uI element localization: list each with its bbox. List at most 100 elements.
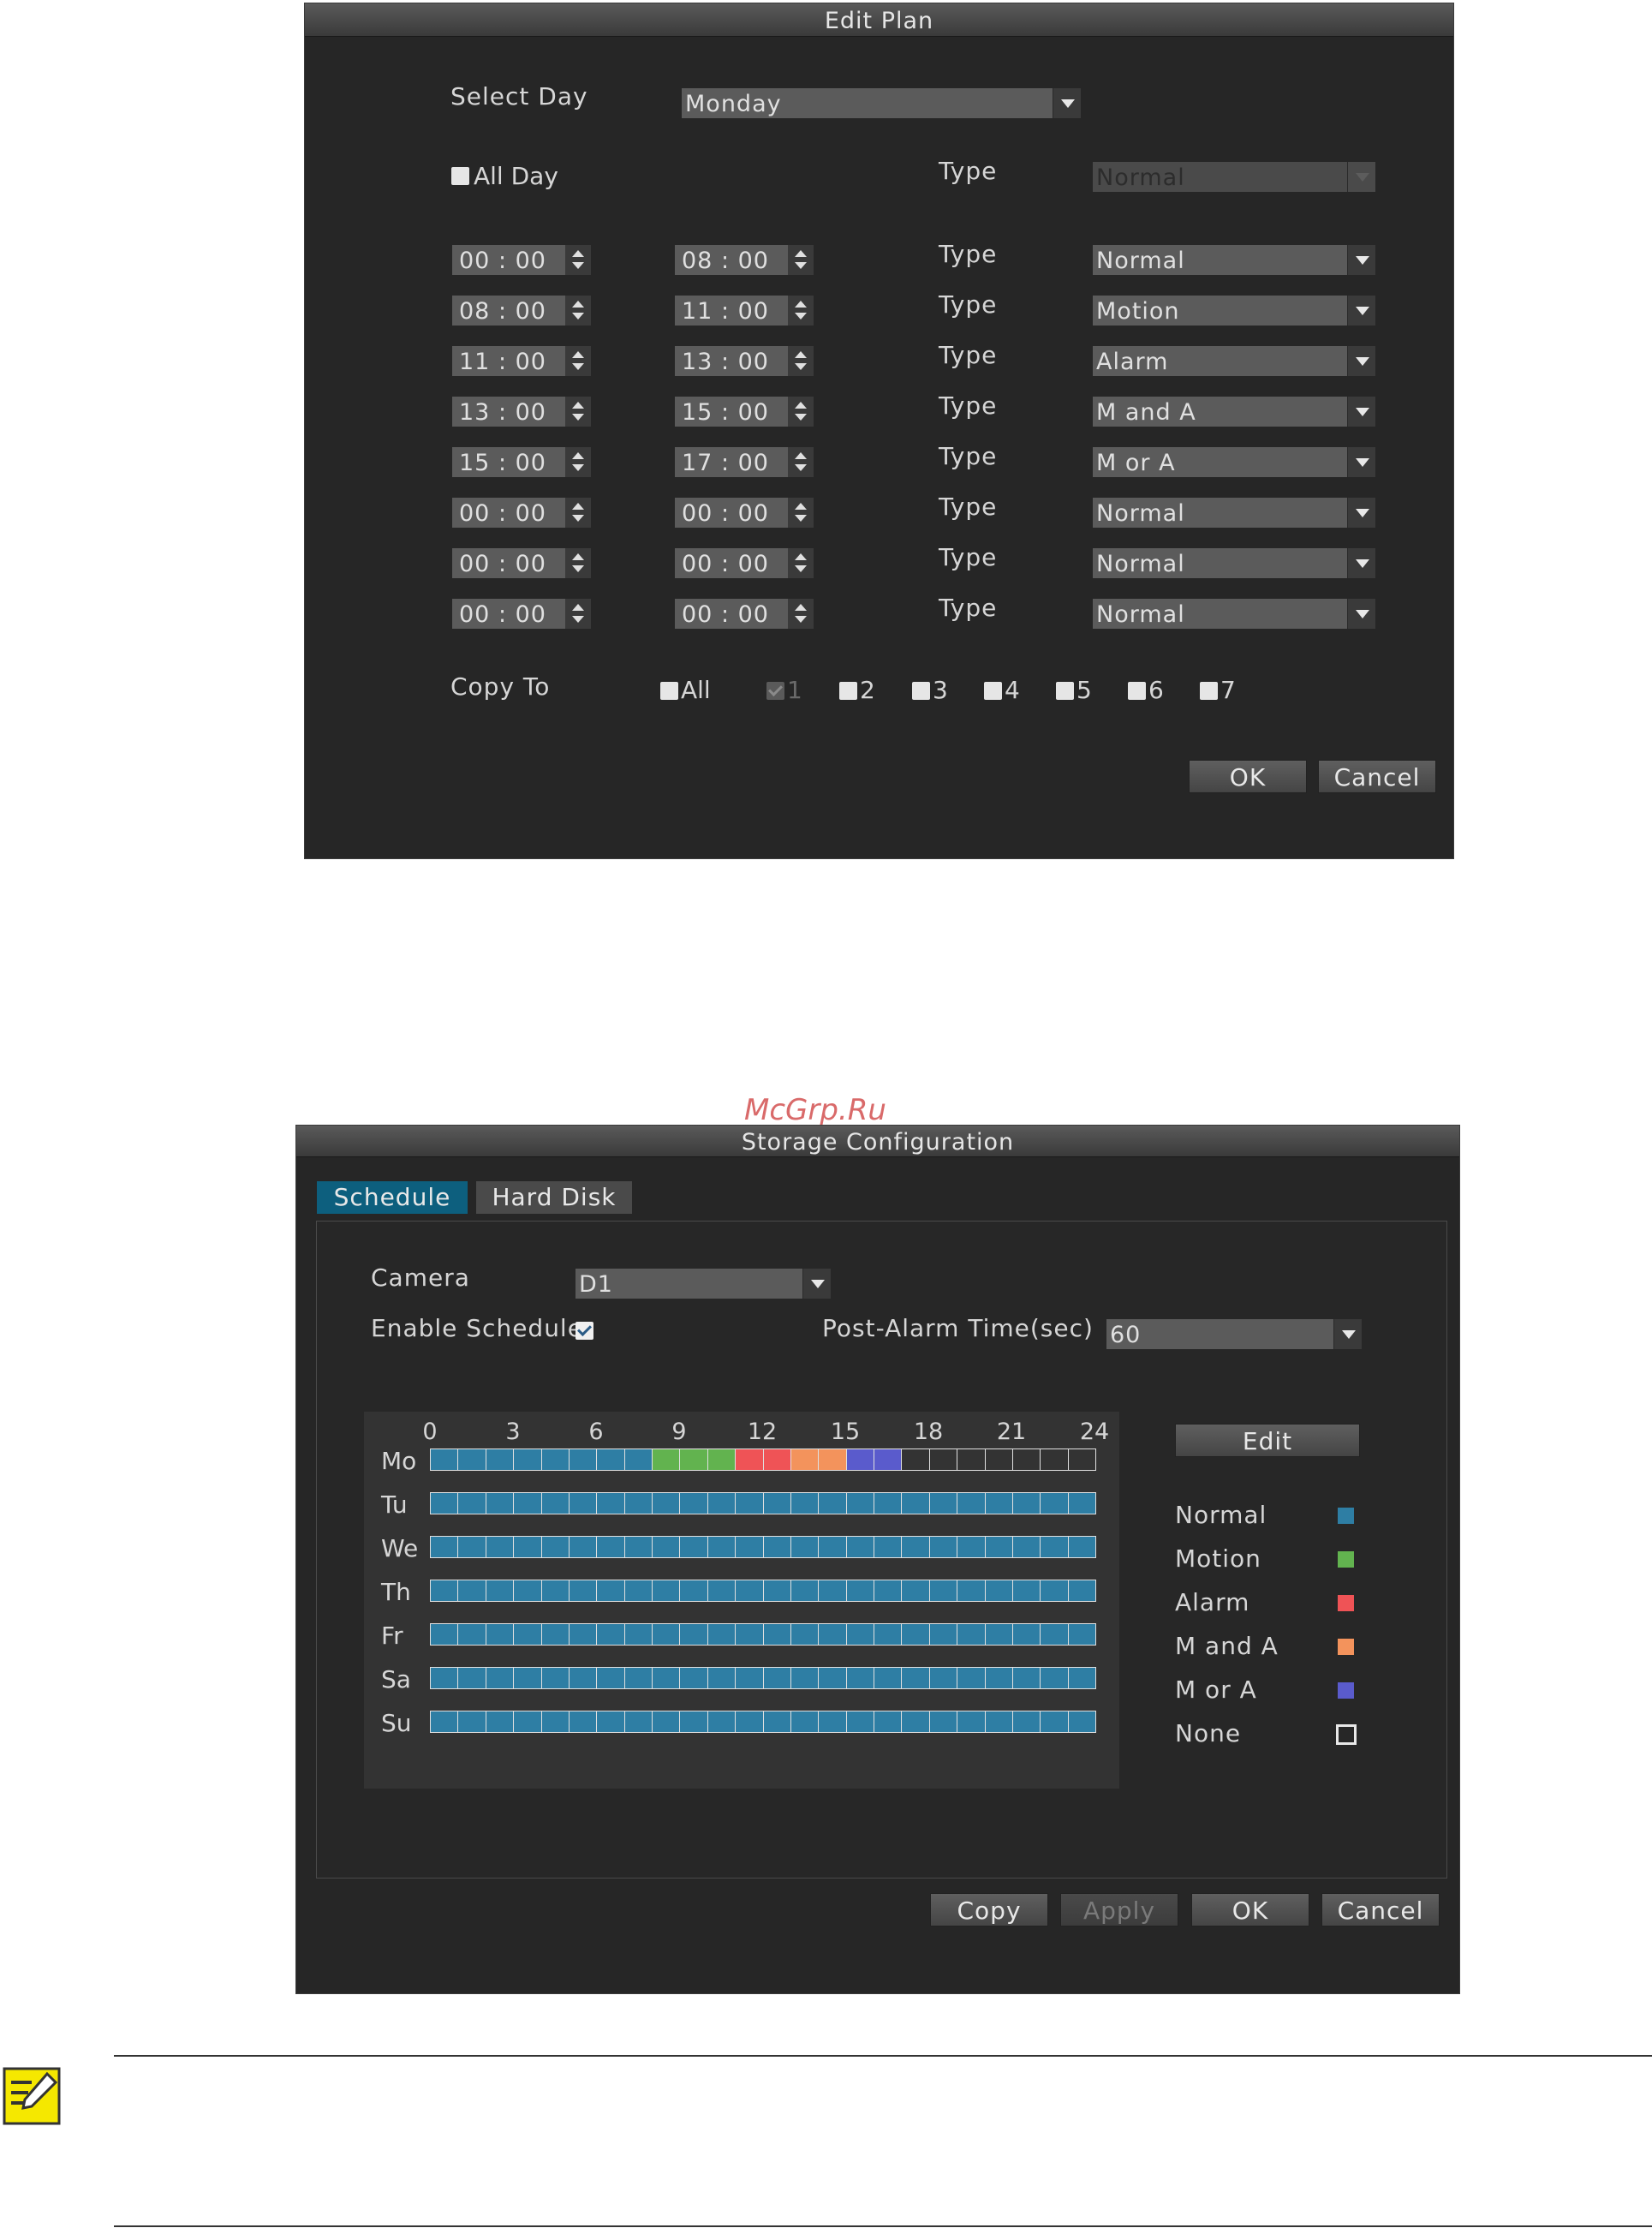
schedule-cell[interactable] bbox=[874, 1449, 903, 1470]
schedule-cell[interactable] bbox=[653, 1624, 681, 1645]
schedule-cell[interactable] bbox=[819, 1493, 847, 1514]
schedule-cell[interactable] bbox=[486, 1624, 515, 1645]
storage-cancel-button[interactable]: Cancel bbox=[1321, 1893, 1440, 1926]
schedule-cell[interactable] bbox=[624, 1711, 653, 1732]
schedule-cell[interactable] bbox=[458, 1493, 486, 1514]
schedule-cell[interactable] bbox=[431, 1668, 459, 1688]
schedule-cell[interactable] bbox=[929, 1580, 958, 1601]
schedule-cell[interactable] bbox=[957, 1668, 986, 1688]
schedule-cell[interactable] bbox=[902, 1668, 930, 1688]
schedule-cell[interactable] bbox=[653, 1711, 681, 1732]
schedule-cell[interactable] bbox=[736, 1668, 764, 1688]
schedule-cell[interactable] bbox=[431, 1711, 459, 1732]
schedule-cell[interactable] bbox=[874, 1493, 903, 1514]
spinner-icon[interactable] bbox=[788, 548, 814, 578]
schedule-cell[interactable] bbox=[902, 1624, 930, 1645]
spinner-icon[interactable] bbox=[788, 346, 814, 376]
schedule-cell[interactable] bbox=[763, 1493, 791, 1514]
schedule-cell[interactable] bbox=[707, 1449, 737, 1470]
schedule-cell[interactable] bbox=[1013, 1449, 1041, 1470]
schedule-cell[interactable] bbox=[514, 1493, 542, 1514]
schedule-cell[interactable] bbox=[707, 1537, 737, 1557]
period-end-time[interactable]: 15 : 00 bbox=[675, 397, 814, 427]
schedule-cell[interactable] bbox=[458, 1711, 486, 1732]
schedule-cell[interactable] bbox=[929, 1493, 958, 1514]
schedule-cell[interactable] bbox=[541, 1668, 570, 1688]
schedule-cell[interactable] bbox=[1068, 1624, 1095, 1645]
schedule-cell[interactable] bbox=[819, 1449, 847, 1470]
schedule-cell[interactable] bbox=[514, 1537, 542, 1557]
schedule-cell[interactable] bbox=[1069, 1449, 1095, 1470]
schedule-cell[interactable] bbox=[985, 1624, 1013, 1645]
schedule-cell[interactable] bbox=[929, 1668, 958, 1688]
schedule-cell[interactable] bbox=[1041, 1711, 1069, 1732]
period-type-dropdown[interactable]: Alarm bbox=[1093, 346, 1375, 376]
schedule-cell[interactable] bbox=[790, 1493, 820, 1514]
schedule-cell[interactable] bbox=[486, 1711, 515, 1732]
schedule-cell[interactable] bbox=[707, 1711, 737, 1732]
spinner-icon[interactable] bbox=[565, 599, 591, 629]
schedule-cell[interactable] bbox=[846, 1493, 874, 1514]
schedule-cell[interactable] bbox=[957, 1624, 986, 1645]
schedule-cell[interactable] bbox=[653, 1668, 681, 1688]
schedule-cell[interactable] bbox=[790, 1449, 820, 1470]
schedule-cell[interactable] bbox=[736, 1580, 764, 1601]
schedule-cell[interactable] bbox=[569, 1537, 598, 1557]
post-alarm-dropdown[interactable]: 60 bbox=[1106, 1319, 1362, 1349]
schedule-cell[interactable] bbox=[569, 1624, 598, 1645]
schedule-cell[interactable] bbox=[680, 1580, 708, 1601]
schedule-cell[interactable] bbox=[929, 1624, 958, 1645]
schedule-cell[interactable] bbox=[597, 1449, 625, 1470]
enable-schedule-checkbox[interactable] bbox=[576, 1322, 593, 1340]
schedule-cell[interactable] bbox=[1068, 1493, 1095, 1514]
schedule-cell[interactable] bbox=[624, 1580, 653, 1601]
storage-ok-button[interactable]: OK bbox=[1191, 1893, 1309, 1926]
schedule-cell[interactable] bbox=[790, 1537, 820, 1557]
copy-to-checkbox[interactable] bbox=[1200, 682, 1218, 700]
spinner-icon[interactable] bbox=[788, 498, 814, 528]
schedule-cell[interactable] bbox=[486, 1493, 515, 1514]
schedule-cell[interactable] bbox=[1012, 1493, 1041, 1514]
schedule-cell[interactable] bbox=[985, 1580, 1013, 1601]
schedule-cell[interactable] bbox=[790, 1711, 820, 1732]
schedule-cell[interactable] bbox=[985, 1493, 1013, 1514]
schedule-cell[interactable] bbox=[874, 1711, 903, 1732]
schedule-cell[interactable] bbox=[1041, 1668, 1069, 1688]
schedule-cell[interactable] bbox=[1012, 1668, 1041, 1688]
day-schedule-row[interactable] bbox=[430, 1536, 1096, 1558]
period-end-time[interactable]: 00 : 00 bbox=[675, 599, 814, 629]
period-type-dropdown[interactable]: Normal bbox=[1093, 599, 1375, 629]
schedule-cell[interactable] bbox=[707, 1668, 737, 1688]
schedule-cell[interactable] bbox=[846, 1624, 874, 1645]
schedule-cell[interactable] bbox=[763, 1668, 791, 1688]
schedule-cell[interactable] bbox=[458, 1580, 486, 1601]
copy-to-checkbox[interactable] bbox=[660, 682, 678, 700]
period-type-dropdown[interactable]: Normal bbox=[1093, 498, 1375, 528]
schedule-cell[interactable] bbox=[514, 1449, 542, 1470]
schedule-cell[interactable] bbox=[486, 1580, 515, 1601]
schedule-cell[interactable] bbox=[431, 1493, 459, 1514]
schedule-cell[interactable] bbox=[624, 1449, 653, 1470]
schedule-cell[interactable] bbox=[902, 1537, 930, 1557]
schedule-cell[interactable] bbox=[819, 1580, 847, 1601]
tab-hard-disk[interactable]: Hard Disk bbox=[476, 1181, 632, 1214]
schedule-cell[interactable] bbox=[790, 1624, 820, 1645]
schedule-cell[interactable] bbox=[680, 1493, 708, 1514]
schedule-cell[interactable] bbox=[957, 1449, 986, 1470]
schedule-cell[interactable] bbox=[569, 1493, 598, 1514]
schedule-cell[interactable] bbox=[929, 1537, 958, 1557]
schedule-cell[interactable] bbox=[458, 1624, 486, 1645]
schedule-cell[interactable] bbox=[486, 1668, 515, 1688]
schedule-cell[interactable] bbox=[985, 1537, 1013, 1557]
period-start-time[interactable]: 00 : 00 bbox=[452, 245, 591, 275]
schedule-cell[interactable] bbox=[1041, 1493, 1069, 1514]
schedule-cell[interactable] bbox=[736, 1624, 764, 1645]
spinner-icon[interactable] bbox=[565, 447, 591, 477]
period-type-dropdown[interactable]: Normal bbox=[1093, 245, 1375, 275]
schedule-cell[interactable] bbox=[819, 1711, 847, 1732]
schedule-cell[interactable] bbox=[541, 1711, 570, 1732]
apply-button[interactable]: Apply bbox=[1060, 1893, 1178, 1926]
schedule-cell[interactable] bbox=[569, 1449, 598, 1470]
schedule-cell[interactable] bbox=[846, 1668, 874, 1688]
schedule-cell[interactable] bbox=[736, 1493, 764, 1514]
